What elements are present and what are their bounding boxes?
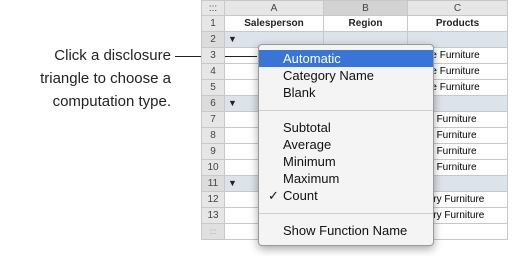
menu-item-subtotal[interactable]: Subtotal [259, 119, 433, 136]
menu-item-minimum[interactable]: Minimum [259, 153, 433, 170]
row-number[interactable]: 4 [201, 63, 225, 80]
disclosure-triangle-icon[interactable]: ▼ [228, 178, 237, 188]
menu-item-average[interactable]: Average [259, 136, 433, 153]
table-header-row: 1 Salesperson Region Products [201, 15, 508, 32]
header-cell-salesperson[interactable]: Salesperson [224, 15, 324, 32]
row-number[interactable]: 6 [201, 95, 225, 112]
row-number[interactable]: 1 [201, 15, 225, 32]
header-cell-products[interactable]: Products [407, 15, 508, 32]
menu-item-label: Blank [283, 85, 316, 100]
row-number[interactable]: 2 [201, 31, 225, 48]
callout-line-2: triangle to choose a [40, 70, 171, 87]
menu-item-label: Average [283, 137, 332, 152]
row-number[interactable]: 3 [201, 47, 225, 64]
menu-item-label: Count [283, 188, 318, 203]
row-number[interactable]: 12 [201, 191, 225, 208]
menu-separator [259, 213, 433, 214]
menu-item-count[interactable]: ✓ Count [259, 187, 433, 204]
menu-item-maximum[interactable]: Maximum [259, 170, 433, 187]
menu-item-label: Minimum [283, 154, 336, 169]
menu-item-label: Automatic [283, 51, 341, 66]
callout-text: Click a disclosure triangle to choose a … [0, 44, 171, 113]
menu-item-label: Category Name [283, 68, 375, 83]
column-header-c[interactable]: C [407, 0, 508, 16]
menu-item-blank[interactable]: Blank [259, 84, 433, 101]
checkmark-icon: ✓ [268, 188, 279, 203]
menu-item-automatic[interactable]: Automatic [259, 50, 433, 67]
menu-item-show-function-name[interactable]: Show Function Name [259, 222, 433, 239]
menu-item-label: Subtotal [283, 120, 331, 135]
menu-item-label: Maximum [283, 171, 340, 186]
disclosure-triangle-icon[interactable]: ▼ [228, 34, 237, 44]
menu-item-category-name[interactable]: Category Name [259, 67, 433, 84]
row-number[interactable]: 11 [201, 175, 225, 192]
row-number[interactable]: 7 [201, 111, 225, 128]
computation-type-menu: Automatic Category Name Blank Subtotal A… [258, 44, 434, 246]
row-number[interactable]: 8 [201, 127, 225, 144]
row-number[interactable]: 9 [201, 143, 225, 160]
table-corner[interactable]: ::: [201, 0, 225, 16]
disclosure-triangle-icon[interactable]: ▼ [228, 98, 237, 108]
row-number[interactable]: 5 [201, 79, 225, 96]
column-header-a[interactable]: A [224, 0, 324, 16]
column-header-b[interactable]: B [323, 0, 408, 16]
header-cell-region[interactable]: Region [323, 15, 408, 32]
row-number[interactable]: 13 [201, 207, 225, 224]
menu-separator [259, 110, 433, 111]
menu-item-label: Show Function Name [283, 223, 408, 238]
callout-line-1: Click a disclosure [54, 47, 171, 64]
callout-line-3: computation type. [52, 93, 171, 110]
row-resize-handle[interactable]: ::: [201, 223, 225, 240]
row-number[interactable]: 10 [201, 159, 225, 176]
